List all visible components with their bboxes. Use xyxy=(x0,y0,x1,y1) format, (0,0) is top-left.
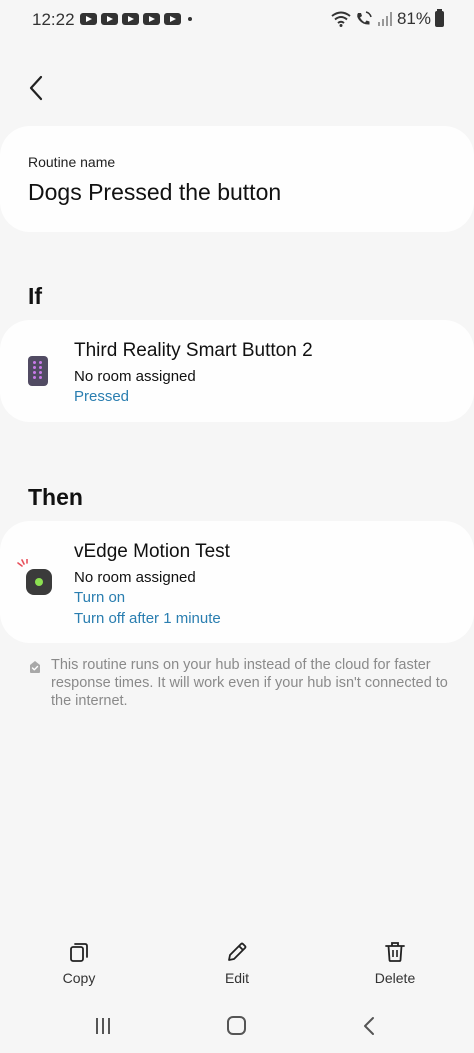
signal-icon xyxy=(377,12,392,26)
if-device-room: No room assigned xyxy=(74,368,196,385)
if-device-name: Third Reality Smart Button 2 xyxy=(74,340,313,361)
edit-label: Edit xyxy=(224,970,250,986)
hub-note-text: This routine runs on your hub instead of… xyxy=(51,657,448,709)
if-section-title: If xyxy=(28,283,43,309)
wifi-icon xyxy=(331,11,351,27)
wifi-calling-icon xyxy=(357,11,372,25)
home-button[interactable] xyxy=(216,1012,256,1040)
youtube-notification-icon xyxy=(80,13,97,25)
back-button[interactable] xyxy=(22,70,54,106)
battery-percentage: 81% xyxy=(396,9,431,28)
home-icon xyxy=(227,1016,246,1035)
youtube-notification-icon xyxy=(164,13,181,25)
then-device-name: vEdge Motion Test xyxy=(74,541,230,562)
delete-label: Delete xyxy=(374,970,416,986)
routine-name-card[interactable]: Routine name Dogs Pressed the button xyxy=(0,126,474,232)
then-action-turn-on: Turn on xyxy=(74,589,126,606)
status-time: 12:22 xyxy=(32,10,75,29)
edit-button[interactable]: Edit xyxy=(197,940,277,990)
recent-apps-button[interactable] xyxy=(83,1012,123,1040)
back-arrow-icon xyxy=(364,1017,374,1035)
system-back-button[interactable] xyxy=(349,1012,389,1040)
youtube-notification-icon xyxy=(122,13,139,25)
delete-button[interactable]: Delete xyxy=(355,940,435,990)
then-section-title: Then xyxy=(28,484,83,510)
routine-name-label: Routine name xyxy=(28,154,116,170)
status-bar: 12:22 81% xyxy=(0,0,474,40)
chevron-left-icon xyxy=(29,75,43,101)
recent-apps-icon xyxy=(96,1018,110,1034)
more-notifications-dot-icon xyxy=(188,17,192,21)
youtube-notification-icon xyxy=(101,13,118,25)
youtube-notification-icon xyxy=(143,13,160,25)
then-device-room: No room assigned xyxy=(74,569,196,586)
if-condition-card[interactable]: Third Reality Smart Button 2 No room ass… xyxy=(0,320,474,422)
then-action-turn-off: Turn off after 1 minute xyxy=(74,610,221,627)
copy-icon xyxy=(70,943,88,962)
routine-name-value: Dogs Pressed the button xyxy=(28,179,282,205)
copy-label: Copy xyxy=(62,970,96,986)
then-action-card[interactable]: vEdge Motion Test No room assigned Turn … xyxy=(0,521,474,643)
edit-pencil-icon xyxy=(228,942,247,961)
button-remote-icon xyxy=(28,356,48,386)
copy-button[interactable]: Copy xyxy=(39,940,119,990)
battery-icon xyxy=(435,9,444,27)
trash-icon xyxy=(385,942,405,962)
hub-icon xyxy=(30,661,40,673)
motion-sensor-icon xyxy=(26,569,52,595)
if-device-condition: Pressed xyxy=(74,388,130,405)
